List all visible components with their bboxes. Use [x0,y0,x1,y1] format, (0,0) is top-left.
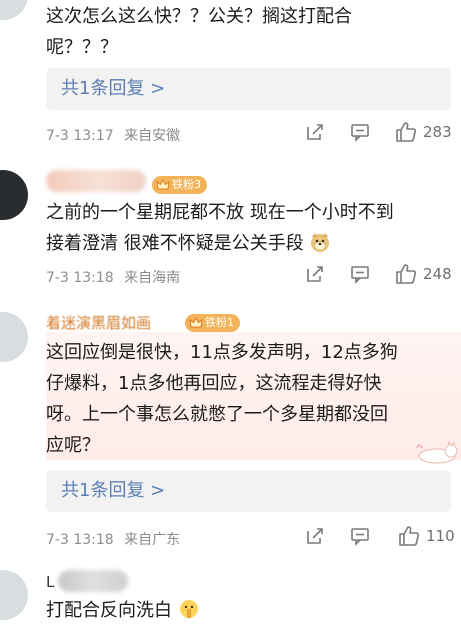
avatar[interactable] [0,312,28,362]
comment-icon [351,266,369,284]
comment-time: 7-3 13:17 [46,128,114,144]
comment-text-line: 这回应倒是很快，11点多发声明，12点多狗 [46,342,398,363]
comment-location: 来自海南 [124,270,181,286]
cat-sticker-icon [416,440,458,464]
shush-emoji [179,600,198,619]
avatar[interactable] [0,570,28,620]
like-button[interactable]: 248 [395,263,452,285]
username[interactable]: L [46,573,54,591]
comment-location: 来自广东 [124,532,181,548]
avatar[interactable] [0,0,28,20]
like-button[interactable]: 110 [398,525,455,547]
thumbs-up-icon [396,264,417,284]
comment-text-line: 接着澄清 很难不怀疑是公关手段 [46,229,331,259]
fan-badge: 铁粉3 [152,176,207,194]
comment-meta: 7-3 13:18 来自海南 [46,267,186,287]
comment-meta: 7-3 13:17 来自安徽 [46,125,186,145]
badge-label: 铁粉1 [205,316,234,329]
thumbs-up-icon [399,526,420,546]
comment-text-line: 之前的一个星期屁都不放 现在一个小时不到 [46,202,394,223]
comment-icon [351,528,369,546]
doge-emoji [311,233,330,252]
comment-text-line: 呢？？？ [46,37,118,58]
username-redacted [58,570,128,592]
like-count: 283 [423,123,452,141]
share-button[interactable] [305,526,325,546]
fan-badge: 铁粉1 [185,314,240,332]
comment-text-line: 这次怎么这么快？？公关？搁这打配合 [46,6,352,27]
comment-time: 7-3 13:18 [46,532,114,548]
share-icon [307,528,323,544]
comment-button[interactable] [350,122,370,142]
username-redacted[interactable] [46,170,146,192]
comment-time: 7-3 13:18 [46,270,114,286]
crown-icon [189,316,203,328]
like-count: 110 [426,527,455,545]
view-replies-button[interactable]: 共1条回复 > [46,68,451,110]
share-button[interactable] [305,122,325,142]
username[interactable]: 着迷演黑眉如画 [46,312,151,333]
comment-button[interactable] [350,264,370,284]
comment-icon [351,124,369,142]
share-icon [307,124,323,140]
share-icon [307,266,323,282]
comment-meta: 7-3 13:18 来自广东 [46,529,186,549]
like-count: 248 [423,265,452,283]
comment-button[interactable] [350,526,370,546]
like-button[interactable]: 283 [395,121,452,143]
comment-text-line: 打配合反向洗白 [46,596,200,626]
thumbs-up-icon [396,122,417,142]
comment-location: 来自安徽 [124,128,181,144]
avatar[interactable] [0,170,28,220]
crown-icon [156,178,170,190]
comment-text-line: 应呢？ [46,435,100,456]
comment-text-line: 仔爆料，1点多他再回应，这流程走得好快 [46,373,382,394]
comment-text-line: 呀。上一个事怎么就憋了一个多星期都没回 [46,404,388,425]
view-replies-button[interactable]: 共1条回复 > [46,470,451,512]
badge-label: 铁粉3 [172,178,201,191]
share-button[interactable] [305,264,325,284]
